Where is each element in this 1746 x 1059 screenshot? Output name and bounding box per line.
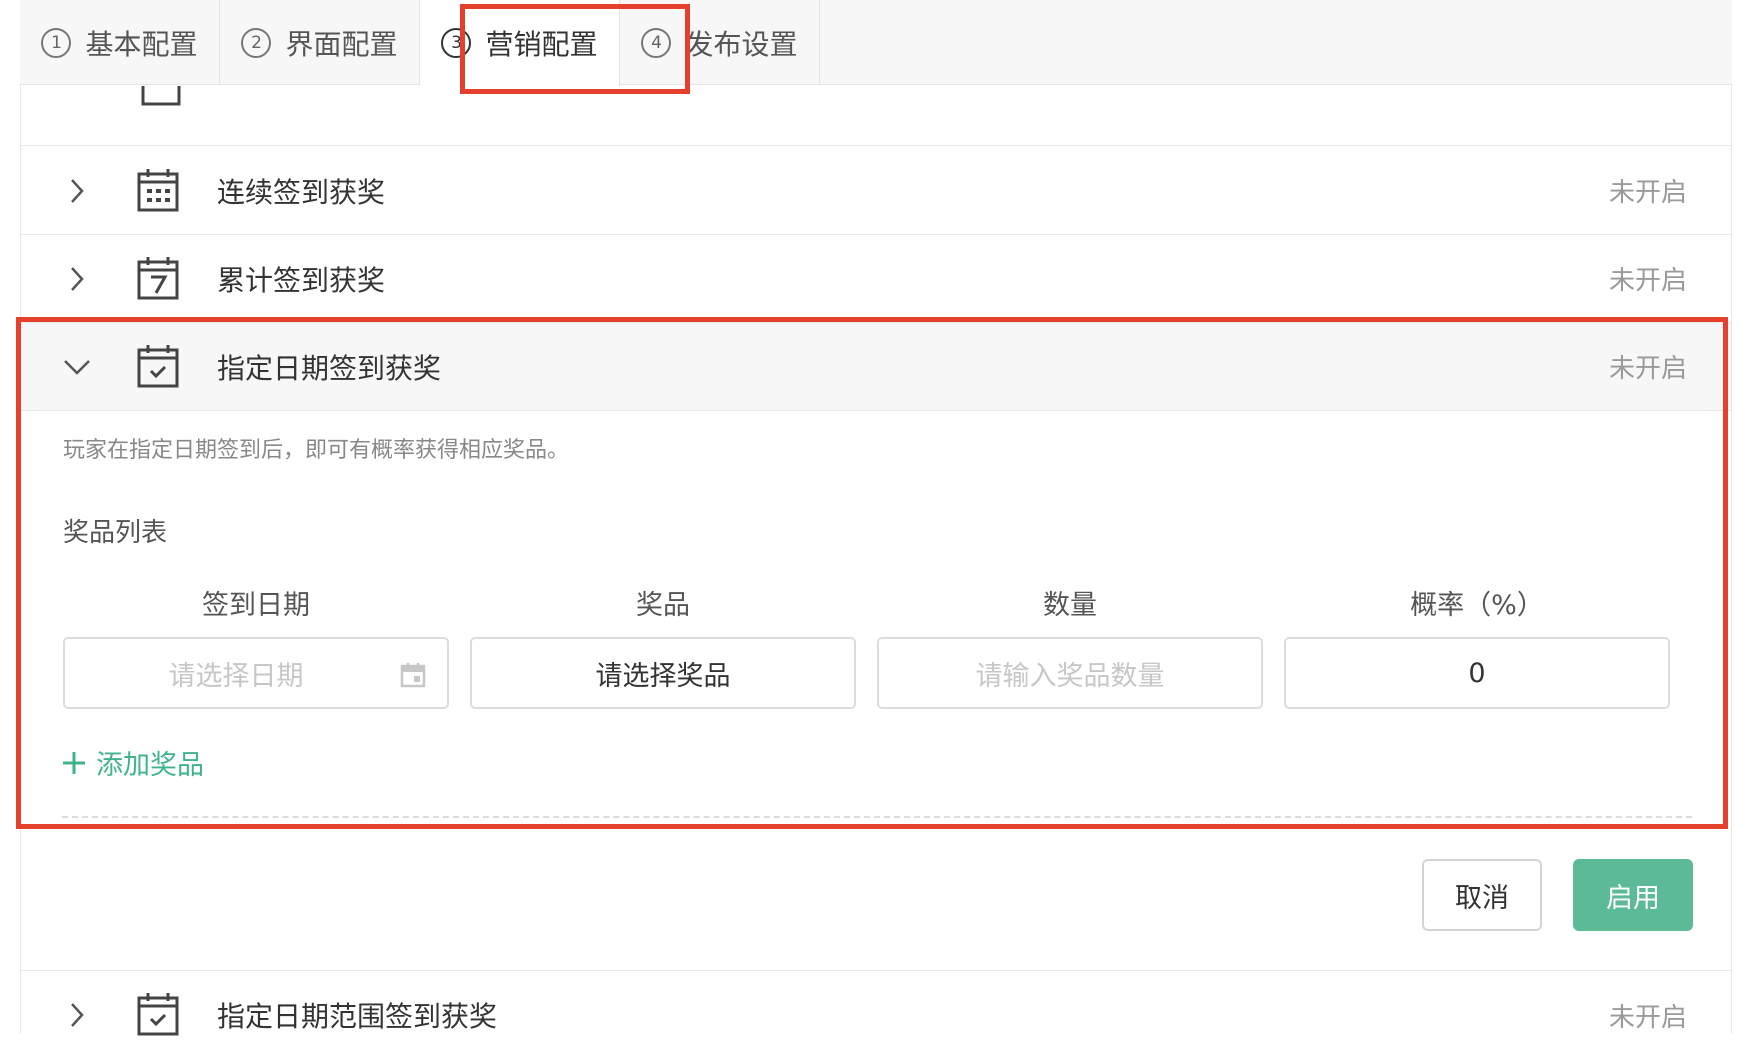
status-text: 未开启 — [1608, 178, 1687, 208]
rule-row-consecutive[interactable]: 连续签到获奖 未开启 — [21, 147, 1731, 235]
rule-title: 累计签到获奖 — [217, 263, 386, 297]
calendar-grid-icon — [137, 169, 179, 212]
step-number: 3 — [441, 28, 472, 58]
chevron-down-icon[interactable] — [61, 351, 93, 383]
step-number: 2 — [241, 27, 272, 58]
quantity-placeholder: 请输入奖品数量 — [975, 660, 1165, 692]
add-prize-link[interactable]: 添加奖品 — [60, 743, 204, 782]
prize-select-button[interactable]: 请选择奖品 — [470, 637, 856, 709]
tab-label: 发布设置 — [685, 27, 798, 61]
probability-input[interactable]: 0 — [1284, 637, 1670, 709]
status-text: 未开启 — [1608, 1002, 1687, 1033]
rule-row-date-range[interactable]: 指定日期范围签到获奖 未开启 — [21, 971, 1731, 1059]
status-text: 未开启 — [1608, 354, 1687, 384]
column-header-date: 签到日期 — [202, 590, 310, 621]
tab-ui-config[interactable]: 2 界面配置 — [220, 0, 420, 85]
date-placeholder: 请选择日期 — [168, 660, 304, 692]
tab-publish-settings[interactable]: 4 发布设置 — [620, 0, 820, 85]
enable-button[interactable]: 启用 — [1573, 859, 1693, 931]
rule-title: 连续签到获奖 — [217, 175, 386, 209]
rule-description: 玩家在指定日期签到后，即可有概率获得相应奖品。 — [63, 438, 570, 463]
step-tabs: 1 基本配置 2 界面配置 3 营销配置 4 发布设置 — [20, 0, 1732, 86]
column-header-quantity: 数量 — [1043, 590, 1097, 621]
status-text: 未开启 — [1608, 266, 1687, 296]
chevron-right-icon[interactable] — [61, 175, 93, 207]
prize-select-label: 请选择奖品 — [595, 660, 731, 692]
chevron-right-icon[interactable] — [61, 999, 93, 1031]
prize-list-label: 奖品列表 — [63, 518, 168, 548]
plus-icon — [63, 751, 85, 774]
calendar-icon — [141, 86, 181, 106]
date-picker-field[interactable]: 请选择日期 — [63, 637, 449, 709]
probability-value: 0 — [1468, 657, 1486, 689]
tab-label: 界面配置 — [285, 27, 398, 61]
calendar-icon — [400, 663, 426, 688]
step-number: 4 — [641, 27, 672, 58]
tab-marketing-config[interactable]: 3 营销配置 — [420, 0, 620, 86]
rule-title: 指定日期签到获奖 — [217, 351, 442, 385]
tab-label: 营销配置 — [485, 28, 598, 61]
calendar-check-icon — [137, 993, 179, 1036]
tab-basic-config[interactable]: 1 基本配置 — [20, 0, 220, 85]
chevron-right-icon[interactable] — [61, 263, 93, 295]
tab-label: 基本配置 — [85, 27, 198, 61]
column-header-probability: 概率（%） — [1410, 590, 1544, 621]
quantity-input[interactable]: 请输入奖品数量 — [877, 637, 1263, 709]
column-header-prize: 奖品 — [636, 590, 690, 621]
rule-title: 指定日期范围签到获奖 — [217, 1000, 498, 1033]
dashed-divider — [62, 816, 1692, 818]
partial-row — [21, 86, 1731, 146]
rule-row-cumulative[interactable]: 累计签到获奖 未开启 — [21, 235, 1731, 323]
cancel-button[interactable]: 取消 — [1422, 859, 1542, 931]
rule-row-specific-date[interactable]: 指定日期签到获奖 未开启 — [21, 323, 1731, 411]
calendar-7-icon — [137, 257, 179, 300]
add-prize-label: 添加奖品 — [96, 750, 204, 781]
step-number: 1 — [41, 27, 72, 58]
calendar-check-icon — [137, 345, 179, 388]
